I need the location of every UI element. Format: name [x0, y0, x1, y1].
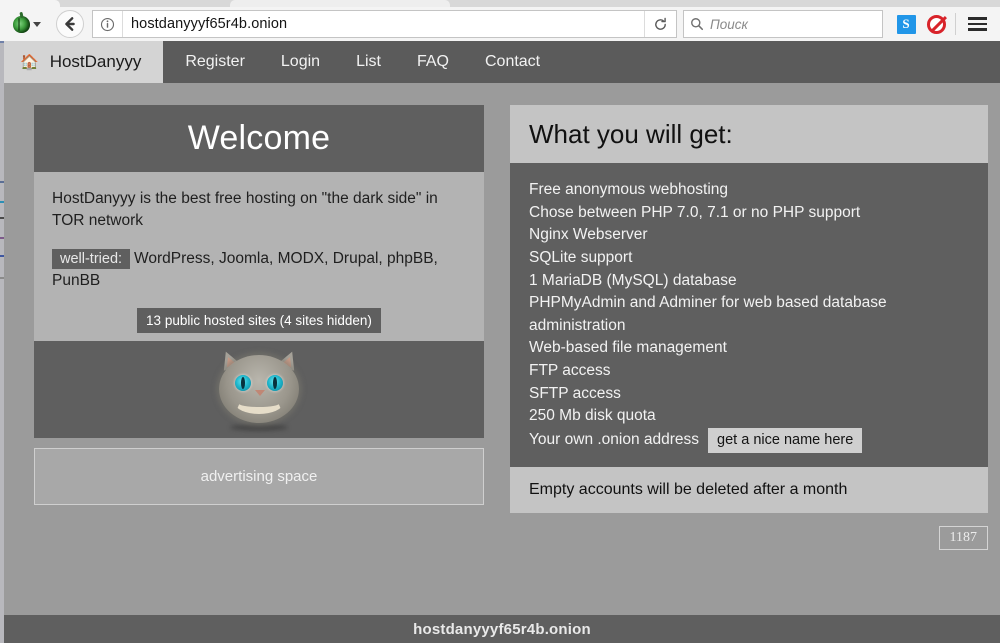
reload-icon	[653, 17, 668, 32]
nav-link-faq[interactable]: FAQ	[399, 41, 467, 83]
noscript-button[interactable]	[921, 9, 951, 39]
tor-onion-icon	[13, 16, 30, 33]
features-panel: What you will get: Free anonymous webhos…	[510, 105, 988, 513]
nav-link-contact[interactable]: Contact	[467, 41, 558, 83]
browser-toolbar: hostdanyyyf65r4b.onion Поиск S	[0, 7, 1000, 41]
reload-button[interactable]	[644, 11, 676, 37]
feature-item: 1 MariaDB (MySQL) database	[529, 270, 970, 293]
search-icon	[690, 17, 704, 31]
features-list: Free anonymous webhosting Chose between …	[510, 163, 988, 467]
nav-link-register[interactable]: Register	[163, 41, 263, 83]
search-bar[interactable]: Поиск	[683, 10, 883, 38]
feature-item: FTP access	[529, 360, 970, 383]
hosted-sites-badge[interactable]: 13 public hosted sites (4 sites hidden)	[137, 308, 381, 333]
url-bar[interactable]: hostdanyyyf65r4b.onion	[92, 10, 677, 38]
advertising-space-panel[interactable]: advertising space	[34, 448, 484, 505]
cheshire-cat-panel	[34, 341, 484, 438]
noscript-icon	[927, 15, 946, 34]
feature-item-onion-address: Your own .onion address get a nice name …	[529, 428, 970, 453]
cat-eye-right	[267, 375, 283, 391]
welcome-panel: Welcome HostDanyyy is the best free host…	[34, 105, 484, 347]
nav-brand-hostdanyyy[interactable]: 🏠 HostDanyyy	[4, 41, 163, 83]
visit-counter-badge: 1187	[939, 526, 988, 550]
feature-item: Web-based file management	[529, 337, 970, 360]
get-nice-name-button[interactable]: get a nice name here	[708, 428, 862, 453]
feature-item: Chose between PHP 7.0, 7.1 or no PHP sup…	[529, 202, 970, 225]
page-content: Welcome HostDanyyy is the best free host…	[4, 83, 1000, 615]
feature-item: Nginx Webserver	[529, 224, 970, 247]
tor-onion-menu-button[interactable]	[4, 9, 50, 39]
page-title: Welcome	[188, 119, 330, 158]
hosted-sites-row: 13 public hosted sites (4 sites hidden)	[52, 306, 466, 333]
onion-address-label: Your own .onion address	[529, 429, 699, 452]
toolbar-divider	[955, 13, 956, 35]
cat-grin	[235, 395, 283, 414]
browser-menu-button[interactable]	[960, 9, 994, 39]
welcome-cms-line: well-tried:WordPress, Joomla, MODX, Drup…	[52, 248, 466, 292]
well-tried-tag: well-tried:	[52, 249, 130, 269]
home-icon: 🏠	[20, 55, 39, 70]
advertising-space-label: advertising space	[201, 468, 318, 485]
feature-item: SQLite support	[529, 247, 970, 270]
url-input[interactable]: hostdanyyyf65r4b.onion	[123, 16, 644, 32]
site-footer: hostdanyyyf65r4b.onion	[4, 615, 1000, 643]
https-everywhere-icon: S	[897, 15, 916, 34]
search-input[interactable]: Поиск	[710, 17, 748, 32]
browser-tab-active[interactable]	[0, 0, 60, 7]
nav-link-list[interactable]: List	[338, 41, 399, 83]
browser-tab-inactive[interactable]	[230, 0, 450, 7]
nav-link-login[interactable]: Login	[263, 41, 338, 83]
back-button[interactable]	[56, 10, 84, 38]
cat-shadow	[230, 424, 288, 431]
feature-item: 250 Mb disk quota	[529, 405, 970, 428]
feature-item: Free anonymous webhosting	[529, 179, 970, 202]
welcome-panel-body: HostDanyyy is the best free hosting on "…	[34, 172, 484, 347]
features-panel-header: What you will get:	[510, 105, 988, 163]
nav-brand-label: HostDanyyy	[50, 52, 142, 72]
cat-eye-left	[235, 375, 251, 391]
site-navigation: 🏠 HostDanyyy Register Login List FAQ Con…	[4, 41, 1000, 83]
feature-item: PHPMyAdmin and Adminer for web based dat…	[529, 292, 970, 337]
info-circle-icon[interactable]	[93, 11, 123, 37]
chevron-down-icon	[33, 22, 41, 27]
tab-strip	[0, 0, 1000, 7]
browser-chrome: hostdanyyyf65r4b.onion Поиск S	[0, 0, 1000, 41]
hamburger-menu-icon	[968, 17, 987, 20]
footer-onion-address: hostdanyyyf65r4b.onion	[413, 621, 591, 638]
features-footer-note: Empty accounts will be deleted after a m…	[510, 467, 988, 513]
welcome-intro-text: HostDanyyy is the best free hosting on "…	[52, 188, 466, 232]
cheshire-cat-image	[212, 349, 306, 431]
features-title: What you will get:	[529, 119, 733, 150]
https-everywhere-button[interactable]: S	[891, 9, 921, 39]
back-arrow-icon	[62, 16, 78, 32]
welcome-panel-header: Welcome	[34, 105, 484, 172]
feature-item: SFTP access	[529, 383, 970, 406]
